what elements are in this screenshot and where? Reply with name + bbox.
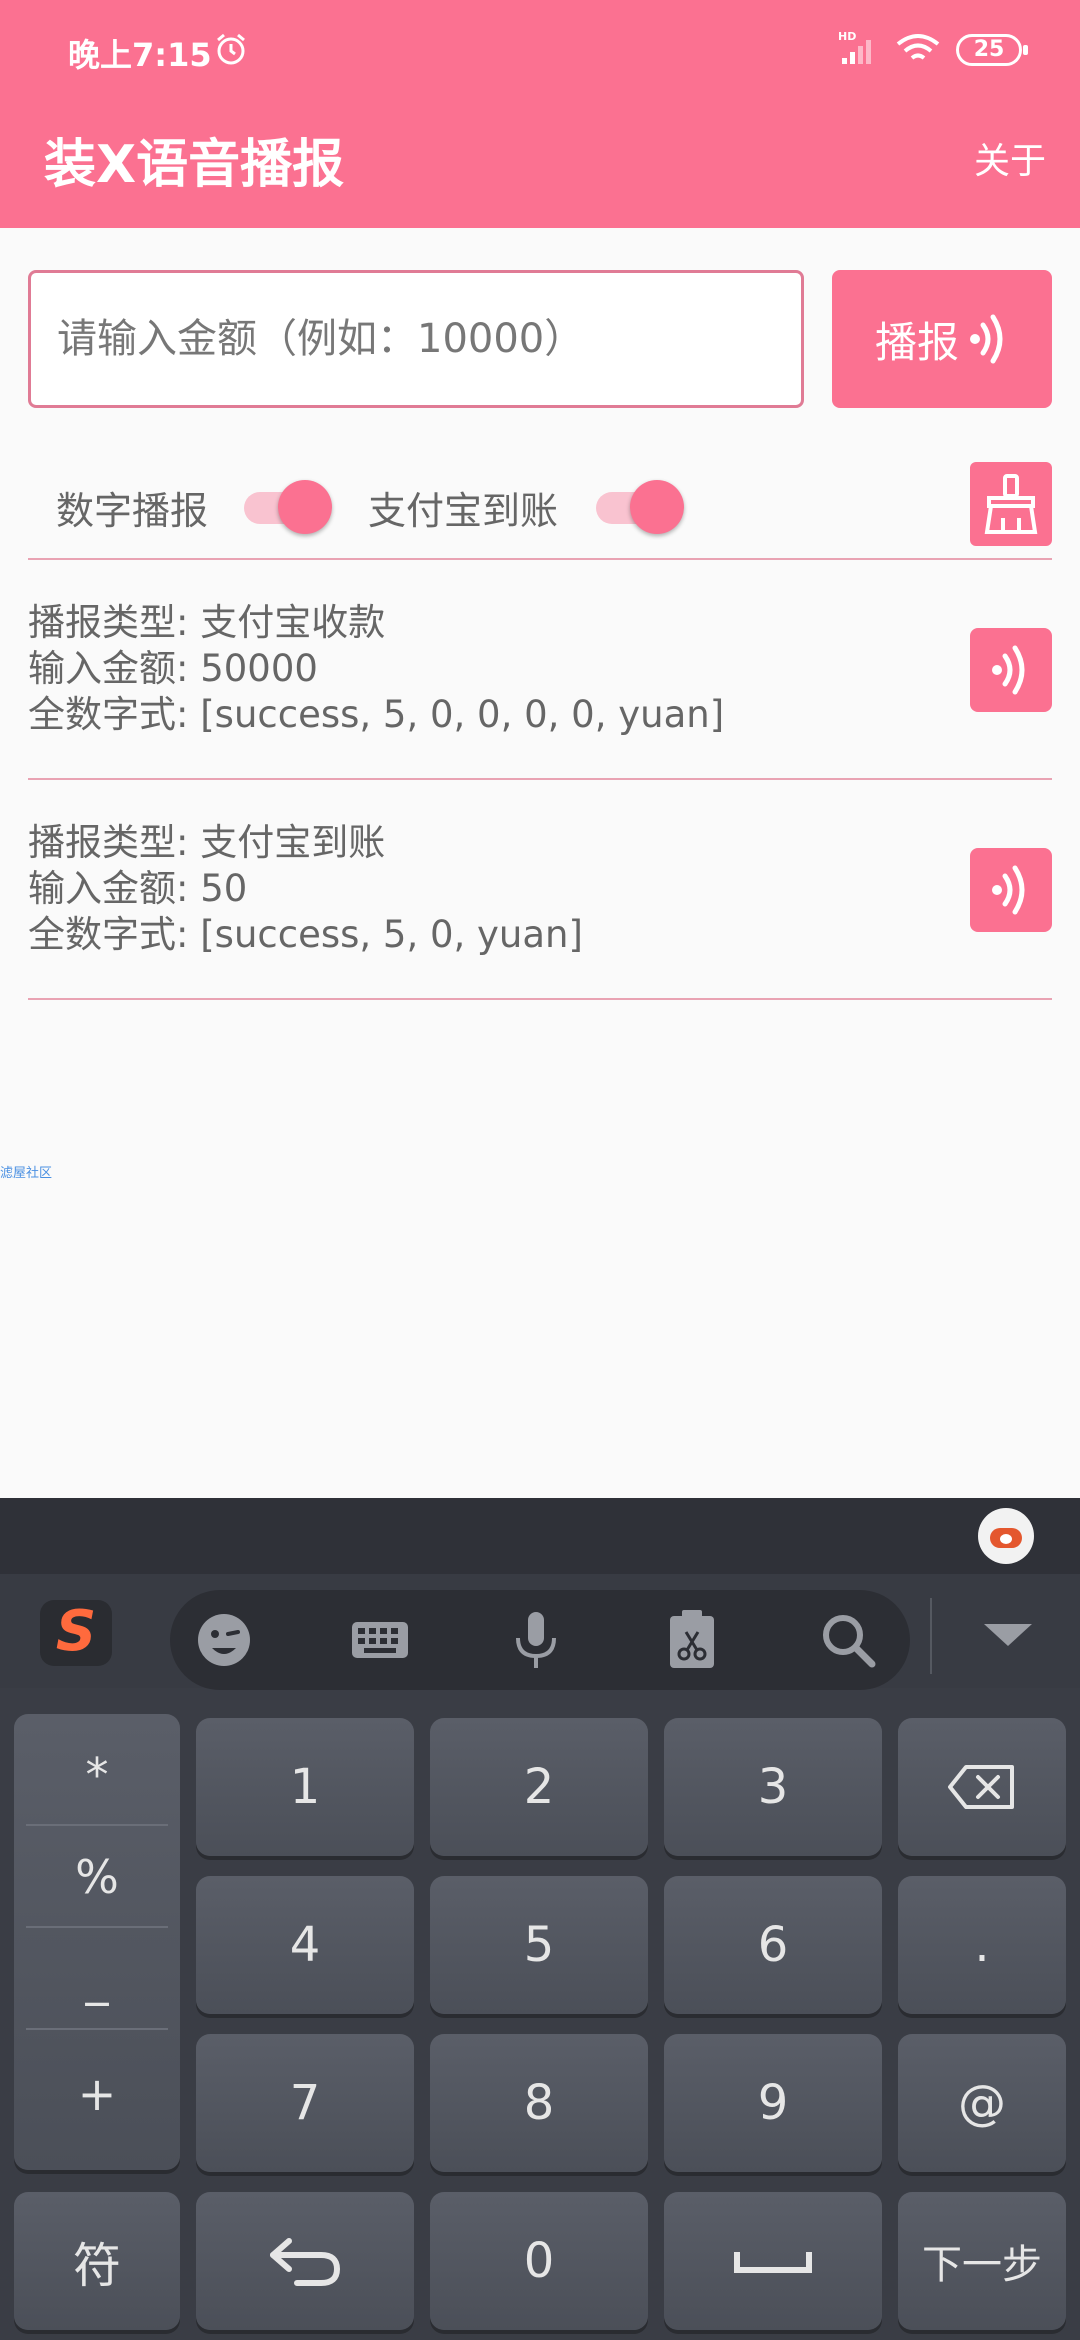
key-2[interactable]: 2 (430, 1718, 648, 1856)
status-bar: 晚上7:15 HD 25 (0, 0, 1080, 100)
alarm-icon (217, 33, 245, 65)
key-5[interactable]: 5 (430, 1876, 648, 2014)
space-key[interactable] (664, 2192, 882, 2330)
sound-wave-icon (970, 314, 1003, 364)
keyboard-tools (170, 1590, 910, 1690)
record-amount: 输入金额: 50 (28, 867, 248, 910)
backspace-icon (948, 1765, 1014, 1809)
list-item: 播报类型: 支付宝到账 输入金额: 50 全数字式: [success, 5, … (28, 820, 1052, 958)
space-icon (734, 2252, 812, 2273)
toolbar-separator (930, 1598, 932, 1674)
record-digits: 全数字式: [success, 5, 0, 0, 0, 0, yuan] (28, 693, 725, 736)
keyboard-top-strip (0, 1498, 1080, 1574)
record-type: 播报类型: 支付宝收款 (28, 601, 386, 644)
soft-keyboard: S * % _ + 1 2 3 4 5 6 . 7 8 9 @ 符 0 下一步 (0, 1498, 1080, 2340)
record-digits: 全数字式: [success, 5, 0, yuan] (28, 913, 583, 956)
microphone-icon[interactable] (504, 1608, 568, 1672)
mascot-icon[interactable] (978, 1508, 1034, 1564)
key-4[interactable]: 4 (196, 1876, 414, 2014)
key-dot[interactable]: . (898, 1876, 1066, 2014)
return-key[interactable] (196, 2192, 414, 2330)
app-header: 晚上7:15 HD 25 装X语音播报 关于 (0, 0, 1080, 228)
key-percent[interactable]: % (26, 1828, 168, 1928)
key-9[interactable]: 9 (664, 2034, 882, 2172)
alipay-received-switch[interactable] (592, 478, 684, 534)
alipay-received-label: 支付宝到账 (368, 489, 559, 533)
wifi-icon (896, 34, 940, 60)
battery-indicator: 25 (956, 34, 1028, 66)
broadcast-button-label: 播报 (874, 317, 959, 367)
key-3[interactable]: 3 (664, 1718, 882, 1856)
key-at[interactable]: @ (898, 2034, 1066, 2172)
app-title: 装X语音播报 (44, 135, 345, 195)
divider (28, 998, 1052, 1000)
watermark: 滤屋社区 (0, 1166, 53, 1181)
key-symbols[interactable]: 符 (14, 2192, 180, 2330)
broadcast-button[interactable]: 播报 (832, 270, 1052, 408)
collapse-keyboard-icon[interactable] (984, 1624, 1032, 1646)
record-play-button[interactable] (970, 628, 1052, 712)
divider (28, 778, 1052, 780)
emoji-icon[interactable] (192, 1608, 256, 1672)
svg-text:HD: HD (838, 30, 856, 43)
key-plus[interactable]: + (26, 2044, 168, 2144)
next-step-key[interactable]: 下一步 (898, 2192, 1066, 2330)
record-amount: 输入金额: 50000 (28, 647, 318, 690)
list-item: 播报类型: 支付宝收款 输入金额: 50000 全数字式: [success, … (28, 600, 1052, 738)
return-arrow-icon (270, 2238, 341, 2286)
key-0[interactable]: 0 (430, 2192, 648, 2330)
number-broadcast-switch[interactable] (240, 478, 332, 534)
about-button[interactable]: 关于 (974, 132, 1046, 184)
sogou-logo-icon[interactable]: S (40, 1600, 112, 1666)
sound-wave-icon (992, 865, 1025, 915)
record-play-button[interactable] (970, 848, 1052, 932)
symbol-column: * % _ + (14, 1714, 180, 2170)
clear-button[interactable] (970, 462, 1052, 546)
key-8[interactable]: 8 (430, 2034, 648, 2172)
broom-icon (984, 474, 1038, 534)
amount-input[interactable] (28, 270, 804, 408)
divider (28, 558, 1052, 560)
switch-thumb (630, 480, 684, 534)
keyboard-icon[interactable] (348, 1608, 412, 1672)
signal-icon: HD (838, 30, 871, 64)
record-type: 播报类型: 支付宝到账 (28, 821, 386, 864)
key-7[interactable]: 7 (196, 2034, 414, 2172)
status-time: 晚上7:15 (68, 36, 212, 74)
key-1[interactable]: 1 (196, 1718, 414, 1856)
clipboard-icon[interactable] (660, 1608, 724, 1672)
key-underscore[interactable]: _ (26, 1930, 168, 2030)
key-6[interactable]: 6 (664, 1876, 882, 2014)
key-asterisk[interactable]: * (26, 1726, 168, 1826)
sound-wave-icon (992, 645, 1025, 695)
number-broadcast-label: 数字播报 (56, 489, 209, 533)
backspace-key[interactable] (898, 1718, 1066, 1856)
switch-thumb (278, 480, 332, 534)
keyboard-toolbar: S (0, 1574, 1080, 1690)
search-icon[interactable] (816, 1608, 880, 1672)
